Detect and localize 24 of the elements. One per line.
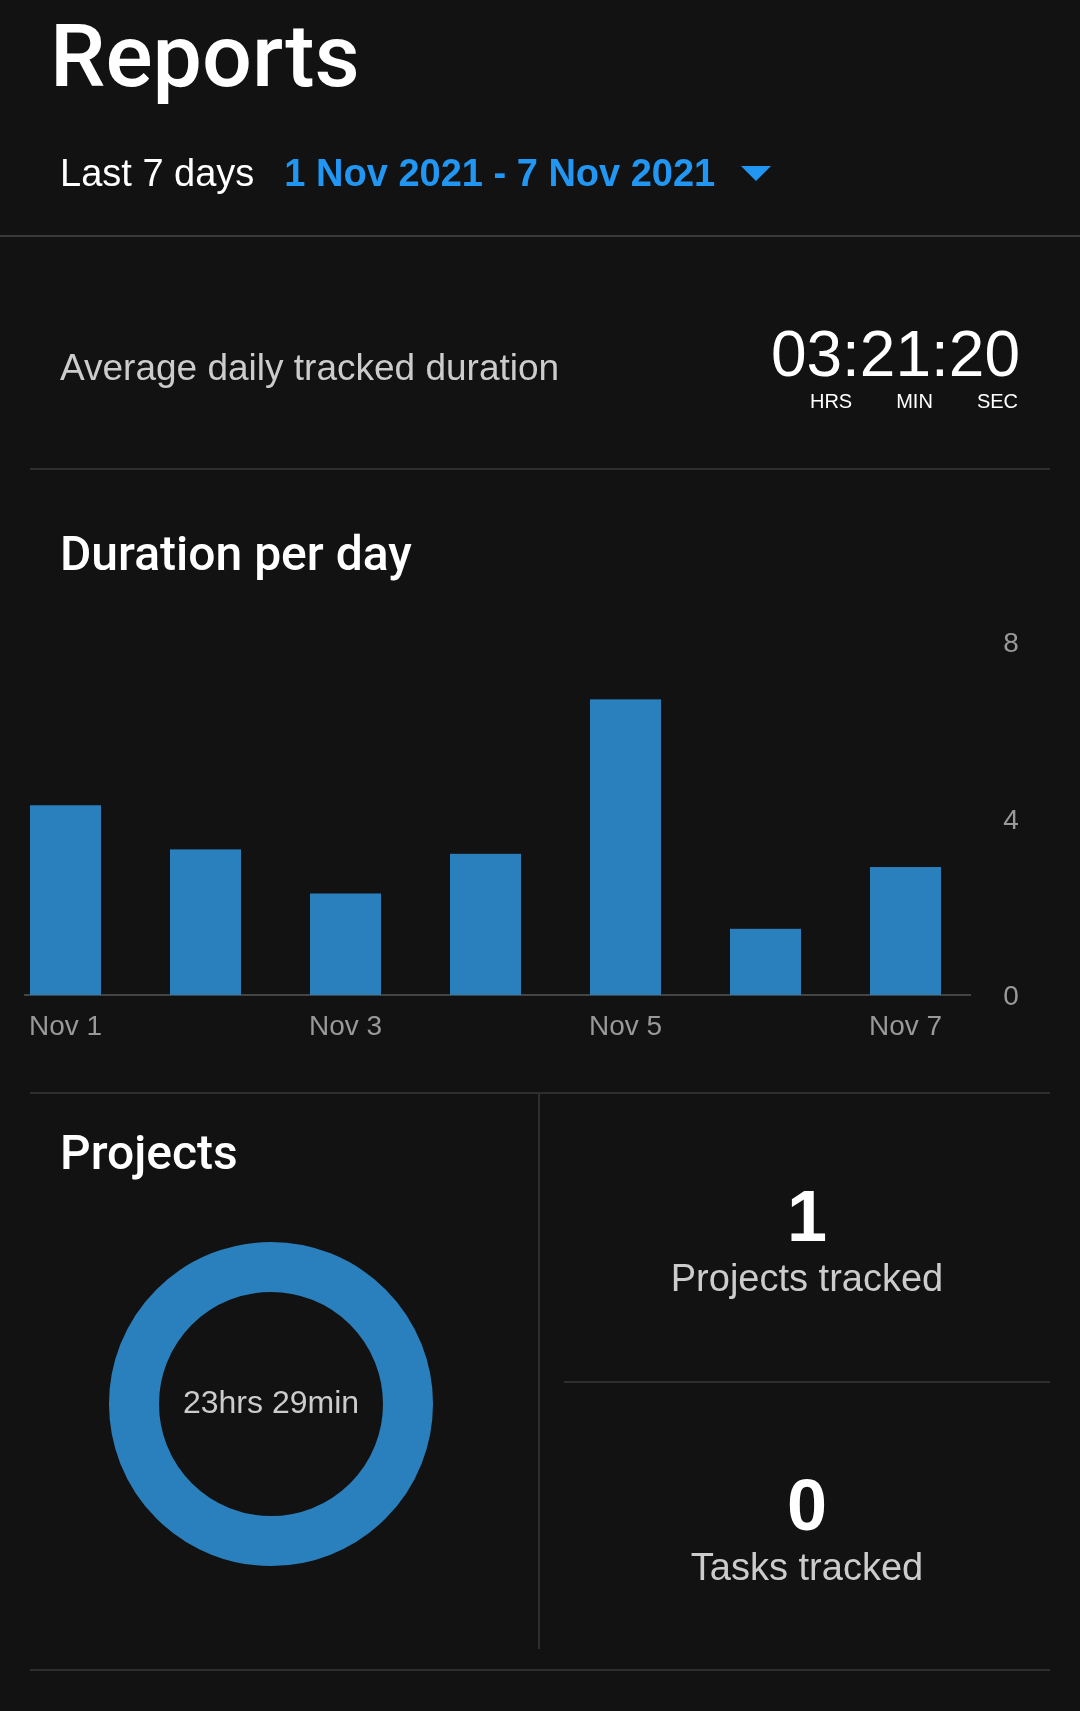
chart-title: Duration per day	[60, 525, 413, 583]
range-label: Last 7 days	[60, 152, 255, 196]
x-tick-label: Nov 3	[308, 1010, 383, 1042]
time-unit-label: SEC	[976, 390, 1018, 414]
average-label: Average daily tracked duration	[60, 346, 560, 389]
stat-value: 0	[786, 1463, 827, 1546]
y-tick-label: 4	[1003, 803, 1019, 835]
x-tick-label: Nov 5	[588, 1010, 663, 1042]
stat-value: 1	[786, 1175, 827, 1258]
average-duration: 03:21:20	[770, 322, 1020, 387]
y-tick-label: 0	[1003, 980, 1019, 1012]
time-unit-label: MIN	[896, 390, 933, 414]
y-tick-label: 8	[1003, 627, 1019, 659]
x-tick-label: Nov 7	[868, 1010, 943, 1042]
projects-title: Projects	[60, 1124, 239, 1182]
stat-label: Projects tracked	[670, 1257, 944, 1301]
donut-total: 23hrs 29min	[181, 1384, 361, 1422]
dropdown-caret-icon	[741, 165, 772, 182]
date-range-dropdown[interactable]: 1 Nov 2021 - 7 Nov 2021	[284, 152, 772, 196]
stat-label: Tasks tracked	[690, 1545, 924, 1589]
duration-bar	[730, 929, 801, 996]
page-title: Reports	[49, 3, 361, 103]
time-unit-label: HRS	[809, 390, 853, 414]
x-tick-label: Nov 1	[28, 1010, 103, 1042]
